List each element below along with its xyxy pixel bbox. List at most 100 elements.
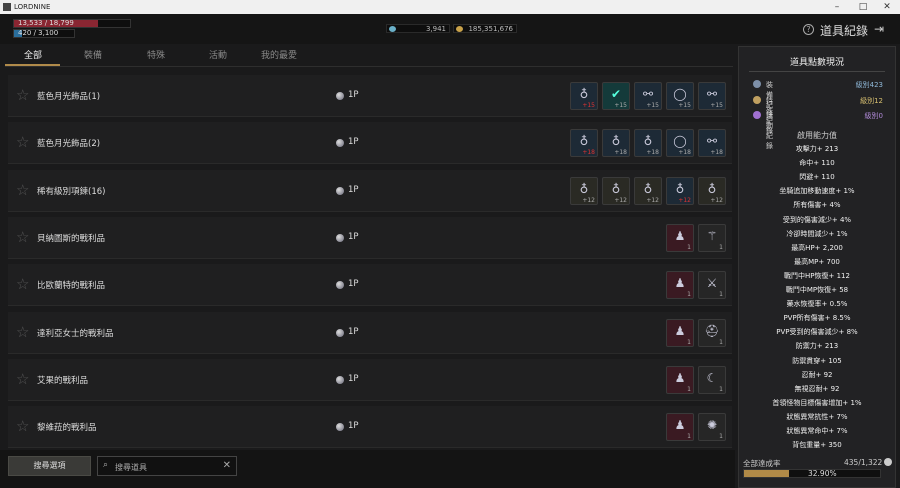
tab-special[interactable]: 特殊 bbox=[147, 48, 165, 61]
effect-stat: 命中+ 110 bbox=[799, 159, 835, 168]
item-slot[interactable]: ♟ 1 bbox=[666, 413, 694, 442]
effect-stat: 無視忍耐+ 92 bbox=[794, 384, 840, 393]
maximize-icon[interactable]: □ bbox=[852, 0, 874, 14]
tab-favorites[interactable]: 我的最愛 bbox=[261, 48, 297, 61]
search-options-button[interactable]: 搜尋選項 bbox=[8, 456, 91, 476]
item-slot[interactable]: ♁ +12 bbox=[698, 176, 726, 205]
item-slot[interactable]: ⚯ +15 bbox=[634, 82, 662, 110]
clear-search-icon[interactable]: ✕ bbox=[223, 460, 231, 471]
item-name: 比歐蘭特的戰利品 bbox=[37, 281, 106, 292]
effect-stat: 所有傷害+ 4% bbox=[793, 201, 841, 210]
slot-badge: +18 bbox=[614, 149, 627, 157]
equipment-icon: ♟ bbox=[674, 323, 686, 338]
point-icon bbox=[336, 186, 344, 195]
slot-badge: +18 bbox=[678, 149, 691, 157]
favorite-star-icon[interactable]: ☆ bbox=[16, 276, 29, 292]
category-tabs: 全部 裝備 特殊 活動 我的最愛 bbox=[5, 44, 733, 66]
record-icon bbox=[753, 95, 761, 104]
item-slot[interactable]: ♁ +18 bbox=[602, 129, 630, 158]
item-slot[interactable]: ◯ +18 bbox=[666, 129, 694, 158]
search-icon: ⌕ bbox=[103, 460, 109, 470]
window-titlebar: LORDNINE – □ ✕ bbox=[0, 0, 900, 14]
slot-badge: +15 bbox=[614, 102, 627, 109]
item-name: 藍色月光飾品(2) bbox=[37, 139, 101, 150]
check-icon: ✔ bbox=[610, 87, 622, 101]
tab-event[interactable]: 活動 bbox=[209, 48, 227, 61]
item-slot[interactable]: ♁ +12 bbox=[602, 176, 630, 205]
search-input[interactable]: ⌕ 搜尋道具 ✕ bbox=[97, 456, 237, 476]
record-value: 級別0 bbox=[864, 112, 883, 120]
favorite-star-icon[interactable]: ☆ bbox=[16, 229, 29, 245]
item-slot[interactable]: ♁ +12 bbox=[666, 176, 694, 205]
record-icon bbox=[753, 111, 761, 119]
info-icon[interactable] bbox=[884, 458, 892, 466]
tab-all[interactable]: 全部 bbox=[24, 48, 42, 61]
item-row[interactable]: ☆ 藍色月光飾品(2) 1P ♁ +18 ♁ +18 ♁ +18 ◯ +18 ⚯ +18 bbox=[8, 122, 732, 165]
item-row[interactable]: ☆ 比歐蘭特的戰利品 1P ♟ 1 ⚔ 1 bbox=[8, 264, 732, 307]
item-slot[interactable]: ♁ +12 bbox=[570, 176, 598, 205]
top-hud bbox=[0, 14, 900, 44]
equipment-icon: ♁ bbox=[579, 87, 589, 101]
item-slot[interactable]: ♁ +18 bbox=[570, 129, 598, 158]
item-slot[interactable]: ♁ +12 bbox=[634, 176, 662, 205]
item-slot[interactable]: ⚚ 1 bbox=[698, 223, 726, 252]
hp-bar: 13,533 / 18,799 bbox=[13, 19, 131, 28]
item-slot[interactable]: ♟ 1 bbox=[666, 365, 694, 394]
item-slot[interactable]: ♟ 1 bbox=[666, 318, 694, 347]
item-slot[interactable]: ♟ 1 bbox=[666, 223, 694, 252]
completion-label: 全部達成率 bbox=[743, 459, 781, 468]
item-slot[interactable]: ⚯ +18 bbox=[698, 129, 726, 158]
point-icon bbox=[336, 233, 344, 242]
point-icon bbox=[336, 375, 344, 384]
item-slot[interactable]: ◯ +15 bbox=[666, 82, 694, 110]
slot-badge: 1 bbox=[687, 243, 691, 251]
item-slot[interactable]: ♁ +15 bbox=[570, 82, 598, 110]
point-icon bbox=[336, 92, 344, 100]
point-icon bbox=[336, 139, 344, 148]
slot-badge: +15 bbox=[582, 102, 595, 109]
currency-gold-value: 185,351,676 bbox=[468, 25, 513, 33]
effect-stat: 首領怪物目標傷害增加+ 1% bbox=[772, 398, 862, 407]
favorite-star-icon[interactable]: ☆ bbox=[16, 182, 29, 198]
item-row[interactable]: ☆ 達利亞女士的戰利品 1P ♟ 1 ⛑ 1 bbox=[8, 311, 732, 354]
item-row[interactable]: ☆ 貝納圖斯的戰利品 1P ♟ 1 ⚚ 1 bbox=[8, 216, 732, 259]
item-row[interactable]: ☆ 稀有級別項鍊(16) 1P ♁ +12 ♁ +12 ♁ +12 ♁ +12 ♁ +12 bbox=[8, 169, 732, 212]
item-row[interactable]: ☆ 黎維菈的戰利品 1P ♟ 1 ✺ 1 bbox=[8, 406, 732, 449]
exit-icon[interactable]: ⇥ bbox=[874, 22, 884, 36]
mp-bar: 420 / 3,100 bbox=[13, 29, 75, 38]
favorite-star-icon[interactable]: ☆ bbox=[16, 418, 29, 434]
currency-eye: 3,941 bbox=[386, 24, 450, 33]
item-row[interactable]: ☆ 藍色月光飾品(1) 1P ♁ +15 ✔ +15 ⚯ +15 ◯ +15 ⚯ +15 bbox=[8, 75, 732, 117]
point-icon bbox=[336, 423, 344, 432]
effect-stat: 忍耐+ 92 bbox=[801, 370, 833, 379]
tab-equipment[interactable]: 裝備 bbox=[84, 48, 102, 61]
item-row[interactable]: ☆ 艾果的戰利品 1P ♟ 1 ☾ 1 bbox=[8, 358, 732, 401]
equipment-icon: ✺ bbox=[706, 418, 718, 433]
favorite-star-icon[interactable]: ☆ bbox=[16, 324, 29, 340]
item-slot[interactable]: ♁ +18 bbox=[634, 129, 662, 158]
points-status-panel: 道具點數現況 裝備紀錄 級別423 特殊紀錄 級別12 活動紀錄 級別0 啟用能力值 攻擊… bbox=[738, 46, 896, 488]
favorite-star-icon[interactable]: ☆ bbox=[16, 134, 29, 150]
minimize-icon[interactable]: – bbox=[826, 0, 848, 14]
slot-badge: +18 bbox=[582, 149, 595, 157]
item-slot-registered[interactable]: ✔ +15 bbox=[602, 82, 630, 110]
item-slot[interactable]: ✺ 1 bbox=[698, 413, 726, 442]
effect-stat: 攻擊力+ 213 bbox=[795, 145, 839, 153]
item-slot[interactable]: ☾ 1 bbox=[698, 365, 726, 394]
slot-badge: 1 bbox=[687, 433, 691, 441]
window-title: LORDNINE bbox=[14, 3, 51, 11]
help-icon[interactable]: ? bbox=[803, 24, 814, 35]
favorite-star-icon[interactable]: ☆ bbox=[16, 371, 29, 387]
item-slot[interactable]: ⛑ 1 bbox=[698, 318, 726, 347]
item-slot[interactable]: ⚯ +15 bbox=[698, 82, 726, 110]
close-window-icon[interactable]: ✕ bbox=[876, 0, 898, 14]
item-slot[interactable]: ⚔ 1 bbox=[698, 271, 726, 300]
effect-stat: 受到的傷害減少+ 4% bbox=[782, 215, 852, 224]
equipment-icon: ⚯ bbox=[706, 87, 718, 101]
equipment-icon: ⚯ bbox=[706, 134, 718, 149]
item-slot[interactable]: ♟ 1 bbox=[666, 271, 694, 300]
point-icon bbox=[336, 281, 344, 290]
slot-badge: 1 bbox=[687, 291, 691, 299]
effect-stat: 藥水恢復率+ 0.5% bbox=[786, 300, 848, 309]
favorite-star-icon[interactable]: ☆ bbox=[16, 87, 29, 103]
